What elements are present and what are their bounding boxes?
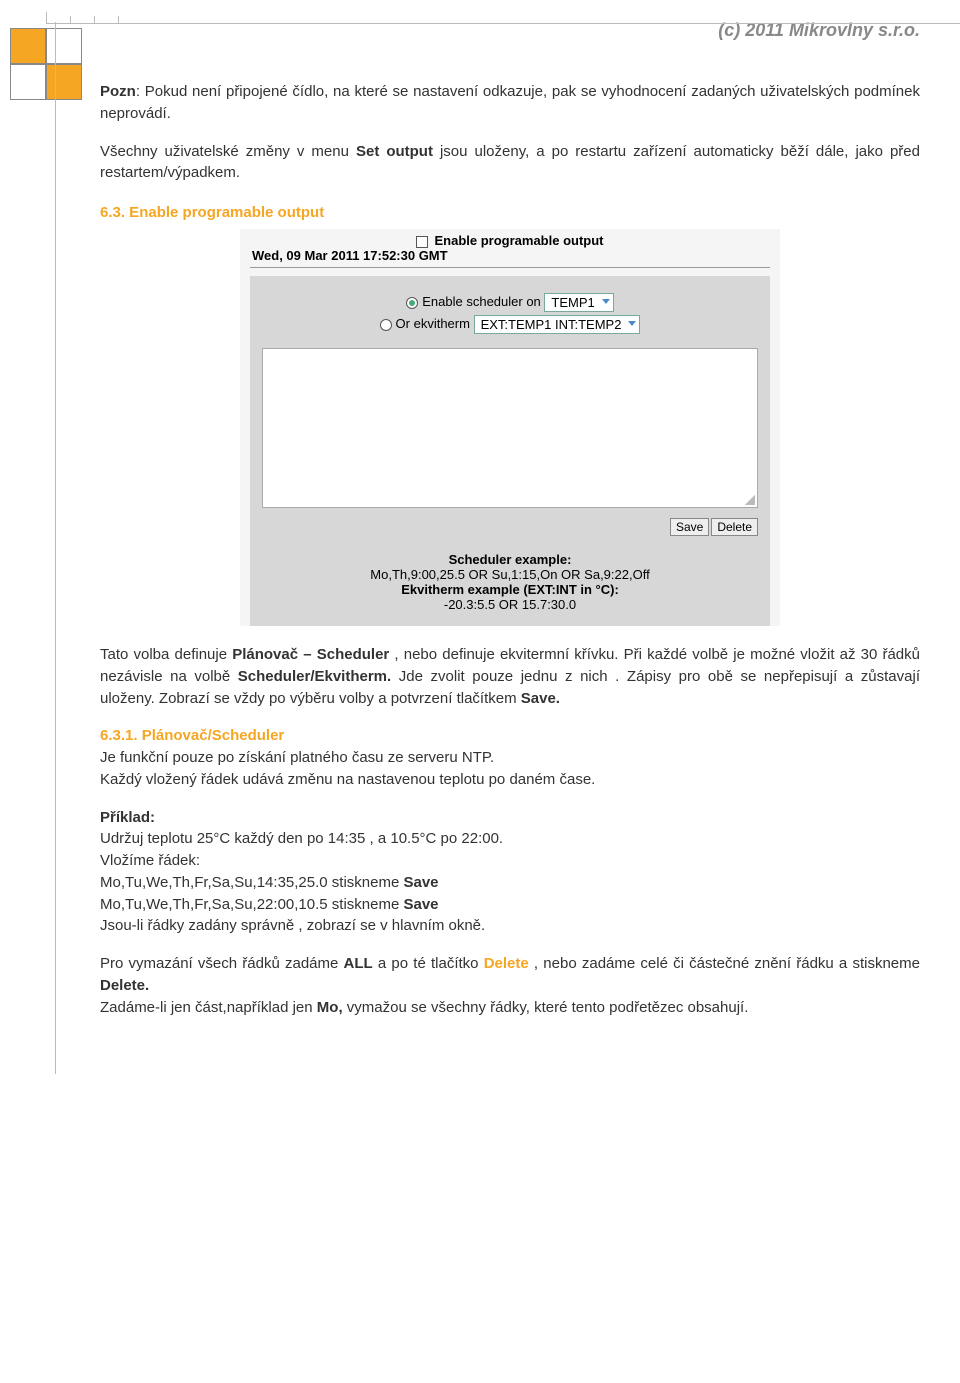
section-6-3-1-title: 6.3.1. Plánovač/Scheduler (100, 727, 284, 744)
radio-ekvitherm-label: Or ekvitherm (396, 316, 470, 331)
ekvitherm-example-line: -20.3:5.5 OR 15.7:30.0 (262, 597, 758, 612)
delete-button[interactable]: Delete (711, 518, 758, 536)
radio-ekvitherm[interactable] (380, 319, 392, 331)
datetime-label: Wed, 09 Mar 2011 17:52:30 GMT (250, 248, 770, 268)
save-button[interactable]: Save (670, 518, 709, 536)
section-6-3-title: 6.3. Enable programable output (100, 204, 920, 221)
scheduler-select[interactable]: TEMP1 (544, 293, 613, 312)
ruler-top (46, 10, 960, 24)
ui-screenshot-panel: Enable programable output Wed, 09 Mar 20… (240, 229, 780, 626)
scheduler-example-label: Scheduler example: (262, 552, 758, 567)
enable-checkbox-label: Enable programable output (434, 233, 603, 248)
note-text: : Pokud není připojené čídlo, na které s… (100, 83, 920, 122)
ruler-left (42, 22, 56, 1074)
rules-textarea[interactable] (262, 348, 758, 508)
note-paragraph: Pozn: Pokud není připojené čídlo, na kte… (100, 81, 920, 125)
intro-paragraph-2: Všechny uživatelské změny v menu Set out… (100, 141, 920, 185)
enable-checkbox[interactable] (416, 236, 428, 248)
note-label: Pozn (100, 83, 136, 100)
section-6-3-1: 6.3.1. Plánovač/Scheduler Je funkční pou… (100, 725, 920, 790)
section-6-3-body: Tato volba definuje Plánovač – Scheduler… (100, 644, 920, 709)
scheduler-example-line: Mo,Th,9:00,25.5 OR Su,1:15,On OR Sa,9:22… (262, 567, 758, 582)
enable-checkbox-row: Enable programable output (240, 229, 780, 248)
ekvitherm-select[interactable]: EXT:TEMP1 INT:TEMP2 (474, 315, 641, 334)
radio-scheduler-label: Enable scheduler on (422, 294, 541, 309)
ekvitherm-example-label: Ekvitherm example (EXT:INT in °C): (262, 582, 758, 597)
delete-paragraph: Pro vymazání všech řádků zadáme ALL a po… (100, 953, 920, 1018)
radio-scheduler[interactable] (406, 297, 418, 309)
example-block: Příklad: Udržuj teplotu 25°C každý den p… (100, 807, 920, 938)
